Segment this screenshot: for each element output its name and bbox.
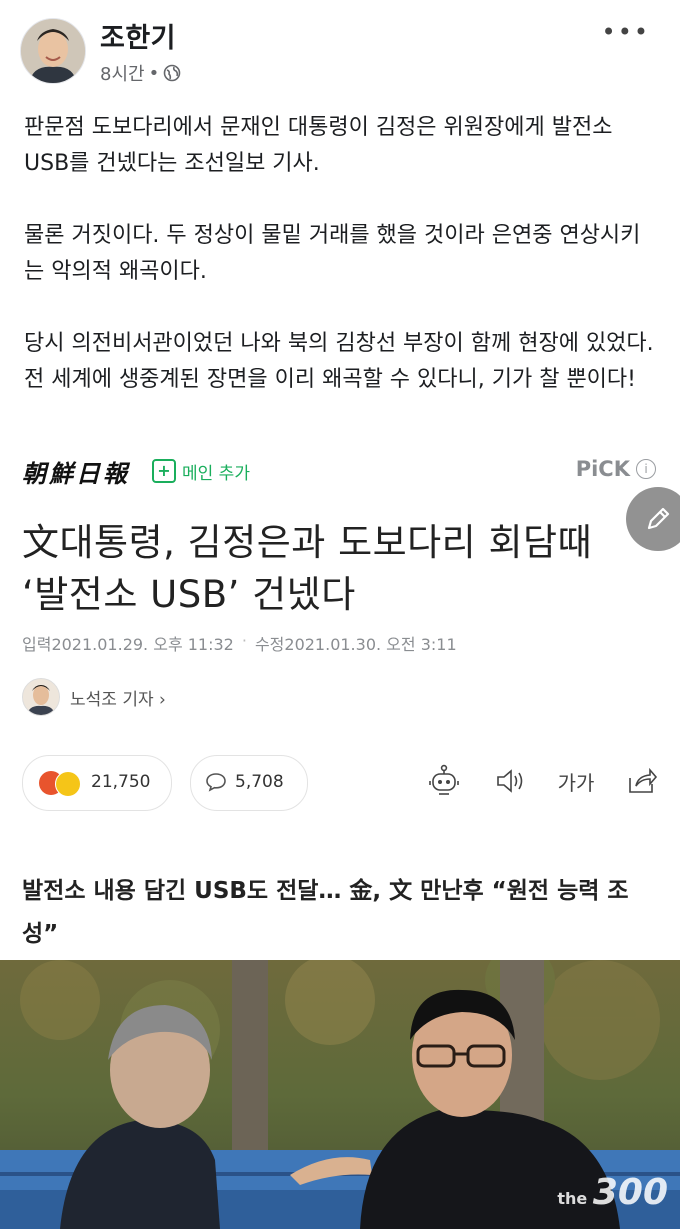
headline-line: 文대통령, 김정은과 도보다리 회담때 [22, 521, 593, 564]
pick-label: PiCK [575, 457, 630, 481]
reporter-photo [23, 679, 59, 715]
comment-pill: 5,708 [190, 755, 308, 811]
post-body: 판문점 도보다리에서 문재인 대통령이 김정은 위원장에게 발전소 USB를 건… [24, 110, 654, 434]
post-paragraph: 물론 거짓이다. 두 정상이 물밑 거래를 했을 것이라 은연중 연상시키는 악… [24, 223, 641, 284]
reporter-row: 노석조 기자 › [22, 678, 166, 716]
reaction-count: 21,750 [91, 772, 151, 792]
post-header: 조한기 8시간 • ••• [0, 0, 680, 100]
author-name[interactable]: 조한기 [100, 16, 176, 55]
article-subheading: 발전소 내용 담긴 USB도 전달… 金, 文 만난후 “원전 능력 조성” [22, 878, 629, 947]
date-input: 입력2021.01.29. 오후 11:32 [22, 635, 234, 654]
photo-watermark: the 300 [557, 1172, 668, 1213]
add-main-button: + 메인 추가 [152, 459, 250, 484]
post-meta: 8시간 • [100, 60, 181, 86]
avatar-photo [21, 19, 85, 83]
attached-article-image[interactable]: 朝鮮日報 + 메인 추가 PiCK i 文대통령, 김정은과 도보다리 회담때 … [0, 445, 680, 1229]
publisher-row: 朝鮮日報 + 메인 추가 [22, 455, 250, 488]
reporter-name: 노석조 기자 › [70, 689, 166, 710]
watermark-small: the [557, 1189, 588, 1208]
meta-separator: • [148, 62, 160, 84]
article-headline: 文대통령, 김정은과 도보다리 회담때 ‘발전소 USB’ 건넸다 [22, 517, 642, 621]
date-separator: · [241, 631, 247, 650]
share-icon [622, 761, 662, 801]
article-dates: 입력2021.01.29. 오후 11:32 · 수정2021.01.30. 오… [22, 631, 457, 655]
pick-badge: PiCK i [576, 457, 656, 481]
article-reactions: 21,750 5,708 가가 [22, 755, 662, 815]
pencil-icon [647, 507, 670, 530]
reporter-avatar [22, 678, 60, 716]
article-tools: 가가 [424, 761, 662, 801]
speaker-icon [490, 761, 530, 801]
plus-icon: + [152, 459, 176, 483]
publisher-logo: 朝鮮日報 [22, 458, 130, 488]
post-paragraph: 판문점 도보다리에서 문재인 대통령이 김정은 위원장에게 발전소 USB를 건… [24, 115, 613, 176]
comment-count: 5,708 [235, 772, 284, 792]
reaction-pill: 21,750 [22, 755, 172, 811]
article-photo: the 300 [0, 960, 680, 1229]
post-time[interactable]: 8시간 [100, 60, 145, 86]
add-main-label: 메인 추가 [182, 463, 250, 484]
author-avatar[interactable] [20, 18, 86, 84]
font-size-icon: 가가 [557, 770, 595, 795]
globe-icon [163, 64, 181, 82]
laugh-emoji-icon [55, 771, 81, 797]
robot-icon [424, 761, 464, 801]
date-modified: 수정2021.01.30. 오전 3:11 [254, 635, 457, 654]
watermark-big: 300 [592, 1172, 668, 1213]
info-icon: i [636, 459, 656, 479]
post-paragraph: 당시 의전비서관이었던 나와 북의 김창선 부장이 함께 현장에 있었다. 전 … [24, 331, 654, 392]
headline-line: ‘발전소 USB’ 건넸다 [22, 573, 356, 616]
more-options-button[interactable]: ••• [602, 18, 650, 46]
comment-bubble-icon [206, 773, 226, 792]
